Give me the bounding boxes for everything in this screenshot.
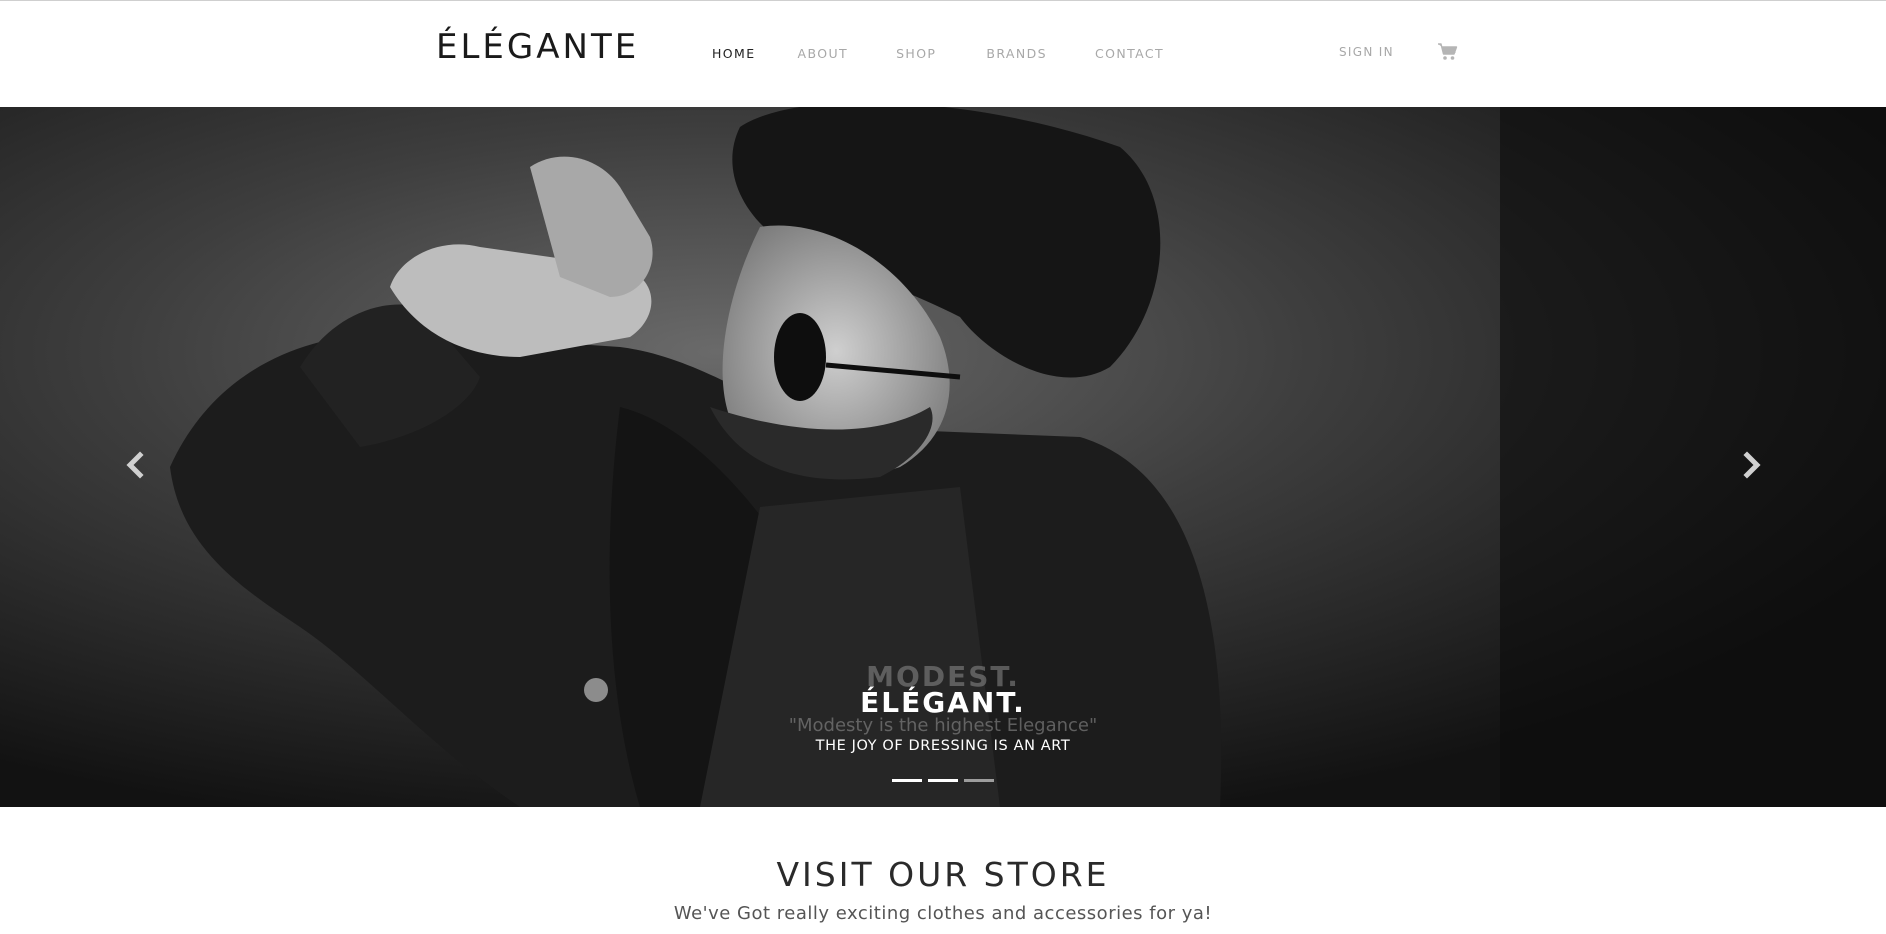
- nav-home[interactable]: HOME: [712, 46, 756, 61]
- visit-store-section: VISIT OUR STORE We've Got really excitin…: [0, 807, 1886, 934]
- carousel-indicators: [892, 779, 994, 782]
- nav-shop[interactable]: SHOP: [896, 46, 936, 61]
- carousel-prev-button[interactable]: [123, 447, 147, 483]
- chevron-right-icon: [1743, 451, 1761, 479]
- brand-logo[interactable]: ÉLÉGANTE: [436, 27, 639, 67]
- carousel-indicator-1[interactable]: [892, 779, 922, 782]
- sign-in-link[interactable]: SIGN IN: [1339, 45, 1394, 59]
- navbar: ÉLÉGANTE HOME ABOUT SHOP BRANDS CONTACT …: [0, 1, 1886, 107]
- carousel-indicator-3[interactable]: [964, 779, 994, 782]
- previous-slide-quote: "Modesty is the highest Elegance": [788, 715, 1098, 736]
- carousel-next-button[interactable]: [1740, 447, 1764, 483]
- main-nav: HOME ABOUT SHOP BRANDS CONTACT: [712, 46, 1164, 61]
- hero-carousel: MODEST. ÉLÉGANT. "Modesty is the highest…: [0, 107, 1886, 807]
- nav-contact[interactable]: CONTACT: [1095, 46, 1164, 61]
- store-heading: VISIT OUR STORE: [776, 855, 1110, 894]
- carousel-indicator-2[interactable]: [928, 779, 958, 782]
- nav-about[interactable]: ABOUT: [798, 46, 849, 61]
- store-tagline: We've Got really exciting clothes and ac…: [673, 903, 1213, 924]
- nav-brands[interactable]: BRANDS: [986, 46, 1047, 61]
- slide-subtitle: THE JOY OF DRESSING IS AN ART: [815, 738, 1071, 754]
- chevron-left-icon: [126, 451, 144, 479]
- shopping-cart-icon[interactable]: [1437, 42, 1459, 62]
